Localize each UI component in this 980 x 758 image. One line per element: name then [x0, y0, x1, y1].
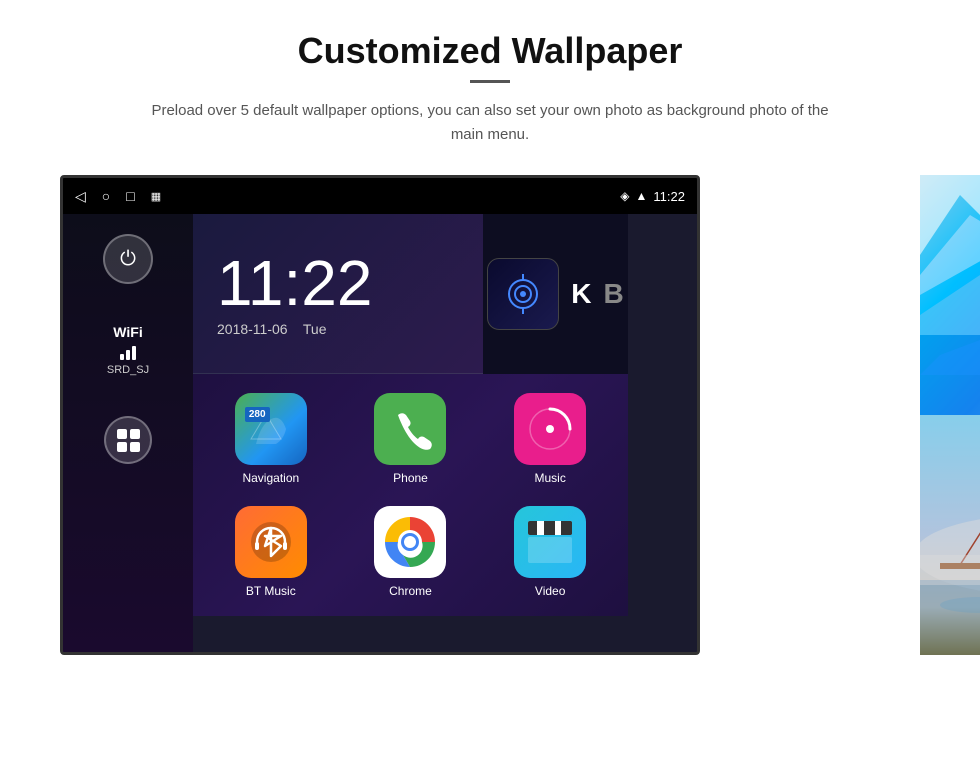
location-icon: ◈ — [620, 189, 629, 203]
page-container: Customized Wallpaper Preload over 5 defa… — [0, 0, 980, 758]
app-item-btmusic[interactable]: BT Music — [205, 499, 337, 604]
clapper-bottom — [528, 537, 572, 563]
phone-svg — [388, 407, 432, 451]
clock-section: 11:22 2018-11-06 Tue — [193, 214, 483, 374]
btmusic-svg — [249, 520, 293, 564]
apps-section: 280 Navigation — [193, 374, 628, 616]
clapper-top — [528, 521, 572, 535]
apps-button[interactable] — [104, 416, 152, 464]
btmusic-label: BT Music — [246, 584, 296, 598]
stripe-5 — [563, 521, 572, 535]
left-sidebar: ⏻ WiFi SRD_SJ — [63, 214, 193, 652]
video-icon — [514, 506, 586, 578]
wifi-label: WiFi — [113, 324, 142, 340]
stripe-2 — [537, 521, 546, 535]
wifi-bar-2 — [126, 350, 130, 360]
glacier-svg — [920, 175, 980, 415]
app-item-chrome[interactable]: Chrome — [345, 499, 477, 604]
title-divider — [470, 80, 510, 83]
wifi-info: WiFi SRD_SJ — [107, 324, 149, 376]
page-title: Customized Wallpaper — [298, 30, 683, 72]
music-icon — [514, 393, 586, 465]
navigation-icon: 280 — [235, 393, 307, 465]
wallpaper-glacier[interactable] — [920, 175, 980, 415]
clock-date-value: 2018-11-06 — [217, 321, 288, 337]
clock-date: 2018-11-06 Tue — [217, 321, 327, 337]
nav-sign: 280 — [245, 407, 270, 422]
grid-dot-3 — [117, 442, 127, 452]
apps-grid-icon — [111, 423, 146, 458]
signal-widget — [487, 258, 559, 330]
b-label: B — [604, 278, 624, 310]
wifi-ssid: SRD_SJ — [107, 364, 149, 376]
wifi-status-icon: ▲ — [636, 189, 648, 203]
wallpaper-bridge[interactable]: CarSetting — [920, 415, 980, 655]
music-label: Music — [534, 471, 565, 485]
nav-buttons: ◁ ○ □ ▦ — [75, 188, 161, 205]
phone-icon — [374, 393, 446, 465]
android-screen: ◁ ○ □ ▦ ◈ ▲ 11:22 ⏻ WiFi — [60, 175, 700, 655]
signal-icon — [503, 274, 543, 314]
video-label: Video — [535, 584, 565, 598]
chrome-icon — [374, 506, 446, 578]
k-label: K — [571, 278, 591, 310]
power-icon: ⏻ — [120, 248, 136, 271]
recents-icon[interactable]: □ — [126, 188, 134, 204]
music-svg — [528, 407, 572, 451]
screenshot-icon[interactable]: ▦ — [151, 190, 161, 203]
app-item-navigation[interactable]: 280 Navigation — [205, 386, 337, 491]
phone-label: Phone — [393, 471, 428, 485]
status-bar: ◁ ○ □ ▦ ◈ ▲ 11:22 — [63, 178, 697, 214]
power-button[interactable]: ⏻ — [103, 234, 153, 284]
widget-area: K B — [483, 214, 628, 374]
grid-dot-4 — [130, 442, 140, 452]
wifi-bars — [120, 344, 136, 360]
clock-day-value: Tue — [303, 321, 327, 337]
bridge-svg — [920, 415, 980, 655]
home-icon[interactable]: ○ — [102, 188, 110, 204]
status-time: 11:22 — [653, 189, 685, 204]
back-icon[interactable]: ◁ — [75, 188, 86, 205]
stripe-4 — [555, 521, 564, 535]
grid-dot-1 — [117, 429, 127, 439]
clapper-stripes — [528, 521, 572, 535]
nav-map-bg: 280 — [235, 393, 307, 465]
wallpaper-thumbnails: CarSetting — [920, 175, 980, 655]
navigation-label: Navigation — [242, 471, 299, 485]
btmusic-icon — [235, 506, 307, 578]
chrome-label: Chrome — [389, 584, 432, 598]
grid-dot-2 — [130, 429, 140, 439]
clock-time: 11:22 — [217, 251, 372, 315]
stripe-1 — [528, 521, 537, 535]
wifi-bar-3 — [132, 346, 136, 360]
app-item-video[interactable]: Video — [484, 499, 616, 604]
wifi-bar-1 — [120, 354, 124, 360]
page-subtitle: Preload over 5 default wallpaper options… — [150, 99, 830, 147]
chrome-svg — [380, 512, 440, 572]
stripe-3 — [546, 521, 555, 535]
screen-area: ◁ ○ □ ▦ ◈ ▲ 11:22 ⏻ WiFi — [60, 175, 920, 655]
status-right: ◈ ▲ 11:22 — [620, 189, 685, 204]
app-item-music[interactable]: Music — [484, 386, 616, 491]
app-item-phone[interactable]: Phone — [345, 386, 477, 491]
